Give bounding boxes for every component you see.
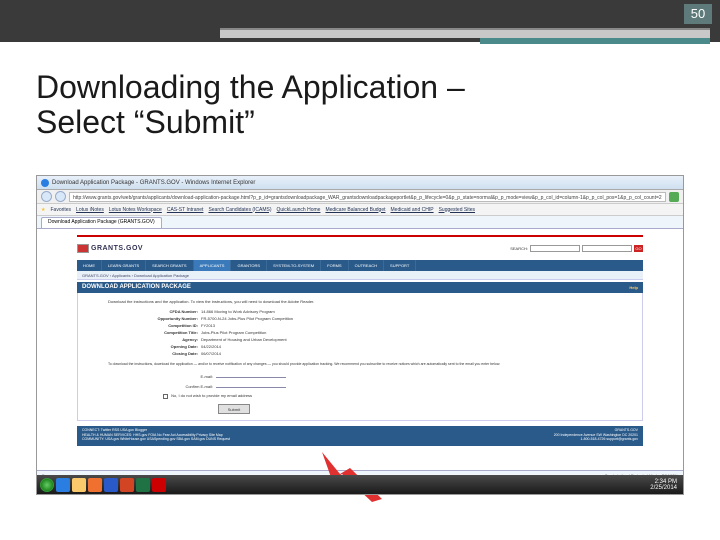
- note-text: To download the instructions, download t…: [108, 362, 612, 367]
- opp-label: Opportunity Number:: [108, 316, 198, 322]
- footer-community[interactable]: COMMUNITY: USA.gov WhiteHouse.gov USASpe…: [82, 437, 230, 442]
- compid-value: FY2013: [201, 323, 215, 328]
- main-nav: HOME LEARN GRANTS SEARCH GRANTS APPLICAN…: [77, 260, 643, 271]
- taskbar-word-icon[interactable]: [104, 478, 118, 492]
- taskbar-acrobat-icon[interactable]: [152, 478, 166, 492]
- nav-outreach[interactable]: OUTREACH: [349, 260, 384, 271]
- browser-tab[interactable]: Download Application Package (GRANTS.GOV…: [41, 217, 162, 228]
- content-body: Download the instructions and the applic…: [77, 293, 643, 421]
- intro-text: Download the instructions and the applic…: [108, 299, 612, 305]
- page-content: GRANTS.GOV SEARCH: GO HOME LEARN GRANTS …: [37, 229, 683, 469]
- fav-link-2[interactable]: CAS-ST Intranet: [167, 207, 204, 213]
- taskbar-excel-icon[interactable]: [136, 478, 150, 492]
- fav-link-1[interactable]: Lotus Notes Workspace: [109, 207, 162, 213]
- submit-button[interactable]: Submit: [218, 404, 250, 414]
- favorites-star-icon[interactable]: ★: [41, 207, 45, 213]
- refresh-button[interactable]: [669, 192, 679, 202]
- nav-s2s[interactable]: SYSTEM-TO-SYSTEM: [267, 260, 321, 271]
- optout-label: No, I do not wish to provide my email ad…: [171, 393, 252, 398]
- nav-forms[interactable]: FORMS: [321, 260, 348, 271]
- taskbar-outlook-icon[interactable]: [88, 478, 102, 492]
- header-divider: [220, 28, 710, 38]
- favorites-label[interactable]: Favorites: [50, 207, 71, 213]
- close-value: 06/07/2014: [201, 351, 221, 356]
- slide-header: 50: [0, 0, 720, 42]
- confirm-email-input[interactable]: [216, 382, 286, 388]
- clock-time: 2:34 PM: [650, 479, 677, 485]
- confirm-email-label: Confirm E-mail:: [158, 384, 213, 390]
- clock-date: 2/25/2014: [650, 485, 677, 491]
- taskbar-explorer-icon[interactable]: [72, 478, 86, 492]
- footer-contact: 1-800-518-4726 support@grants.gov: [554, 437, 638, 442]
- fav-link-4[interactable]: QuickLaunch Home: [277, 207, 321, 213]
- ie-icon: [41, 179, 49, 187]
- logo-text: GRANTS.GOV: [91, 245, 143, 252]
- fav-link-7[interactable]: Suggested Sites: [439, 207, 475, 213]
- header-accent: [480, 38, 710, 44]
- start-button[interactable]: [40, 478, 54, 492]
- content-heading: DOWNLOAD APPLICATION PACKAGE Help: [77, 282, 643, 293]
- agency-label: Agency:: [108, 337, 198, 343]
- optout-checkbox[interactable]: [163, 394, 168, 399]
- site-header: GRANTS.GOV SEARCH: GO: [77, 239, 643, 257]
- fav-link-5[interactable]: Medicare Balanced Budget: [325, 207, 385, 213]
- nav-support[interactable]: SUPPORT: [384, 260, 416, 271]
- taskbar-ie-icon[interactable]: [56, 478, 70, 492]
- slide-title: Downloading the Application – Select “Su…: [36, 70, 720, 140]
- search-area: SEARCH: GO: [510, 245, 643, 252]
- nav-grantors[interactable]: GRANTORS: [231, 260, 267, 271]
- open-label: Opening Date:: [108, 344, 198, 350]
- help-link[interactable]: Help: [629, 282, 638, 293]
- favorites-toolbar: ★ Favorites Lotus iNotes Lotus Notes Wor…: [37, 204, 683, 216]
- taskbar-powerpoint-icon[interactable]: [120, 478, 134, 492]
- screenshot-container: Download Application Package - GRANTS.GO…: [36, 175, 684, 495]
- fav-link-3[interactable]: Search Candidates (ICAMS): [208, 207, 271, 213]
- comptitle-label: Competition Title:: [108, 330, 198, 336]
- comptitle-value: Jobs-Plus Pilot Program Competition: [201, 330, 266, 335]
- search-input[interactable]: [582, 245, 632, 252]
- windows-taskbar: 2:34 PM 2/25/2014: [36, 475, 684, 495]
- search-label: SEARCH:: [510, 246, 528, 251]
- title-line1: Downloading the Application –: [36, 69, 465, 105]
- site-footer: CONNECT: Twitter RSS USA.gov Blogger HEA…: [77, 426, 643, 446]
- back-button[interactable]: [41, 191, 52, 202]
- forward-button[interactable]: [55, 191, 66, 202]
- opp-value: FR-5700-N-24 Jobs-Plus Pilot Program Com…: [201, 316, 293, 321]
- page-number: 50: [684, 4, 712, 24]
- address-bar-row: http://www.grants.gov/web/grants/applica…: [37, 190, 683, 204]
- search-type-select[interactable]: [530, 245, 580, 252]
- cfda-label: CFDA Number:: [108, 309, 198, 315]
- fav-link-6[interactable]: Medicaid and CHIP: [391, 207, 434, 213]
- agency-value: Department of Housing and Urban Developm…: [201, 337, 287, 342]
- heading-text: DOWNLOAD APPLICATION PACKAGE: [82, 284, 191, 290]
- nav-learn[interactable]: LEARN GRANTS: [102, 260, 146, 271]
- nav-home[interactable]: HOME: [77, 260, 102, 271]
- close-label: Closing Date:: [108, 351, 198, 357]
- search-go-button[interactable]: GO: [634, 245, 643, 252]
- site-logo[interactable]: GRANTS.GOV: [77, 244, 143, 253]
- breadcrumb[interactable]: GRANTS.GOV › Applicants › Download Appli…: [77, 271, 643, 280]
- taskbar-clock[interactable]: 2:34 PM 2/25/2014: [650, 479, 680, 491]
- optout-row: No, I do not wish to provide my email ad…: [163, 393, 612, 399]
- nav-applicants[interactable]: APPLICANTS: [194, 260, 232, 271]
- email-label: E-mail:: [158, 374, 213, 380]
- nav-search[interactable]: SEARCH GRANTS: [146, 260, 193, 271]
- title-line2: Select “Submit”: [36, 104, 255, 140]
- top-red-bar: [77, 235, 643, 237]
- flag-icon: [77, 244, 89, 253]
- email-input[interactable]: [216, 372, 286, 378]
- compid-label: Competition ID:: [108, 323, 198, 329]
- address-bar[interactable]: http://www.grants.gov/web/grants/applica…: [69, 192, 666, 202]
- cfda-value: 14.866 Moving to Work Advisory Program: [201, 309, 275, 314]
- window-title: Download Application Package - GRANTS.GO…: [52, 180, 255, 186]
- tab-bar: Download Application Package (GRANTS.GOV…: [37, 216, 683, 229]
- open-value: 04/22/2014: [201, 344, 221, 349]
- fav-link-0[interactable]: Lotus iNotes: [76, 207, 104, 213]
- browser-titlebar: Download Application Package - GRANTS.GO…: [37, 176, 683, 190]
